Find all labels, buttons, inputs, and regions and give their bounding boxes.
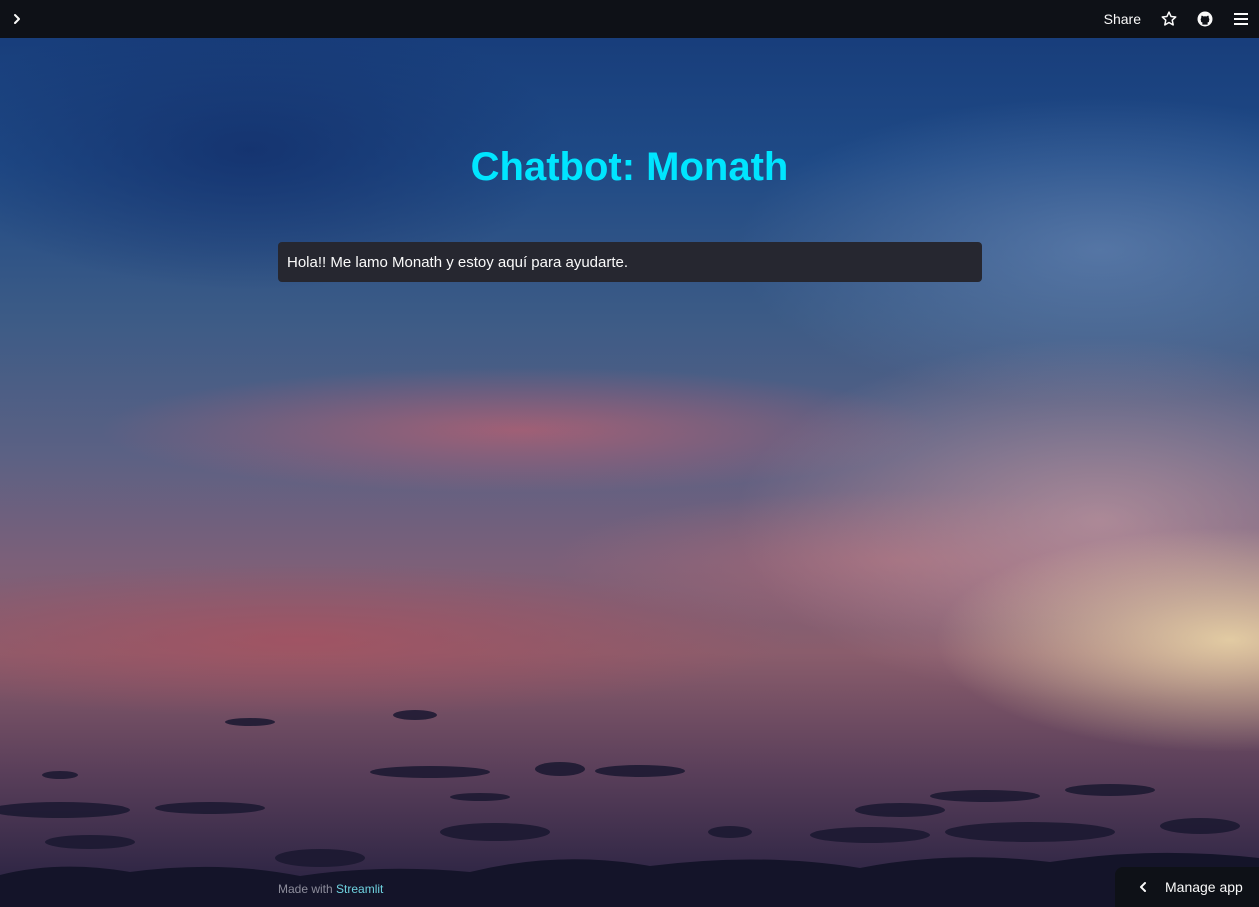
chat-message-text: Hola!! Me lamo Monath y estoy aquí para … [287, 253, 629, 271]
github-icon[interactable] [1194, 8, 1216, 30]
top-toolbar: Share [0, 0, 1259, 38]
made-with-label: Made with [278, 882, 337, 896]
sidebar-toggle-button[interactable] [6, 8, 28, 30]
chevron-right-icon [11, 10, 23, 29]
app-root: Share Chatbot: Monath Hola!! Me lamo Mon… [0, 0, 1259, 907]
share-button[interactable]: Share [1094, 11, 1151, 27]
page-title: Chatbot: Monath [470, 145, 789, 189]
star-icon[interactable] [1158, 8, 1180, 30]
manage-app-button[interactable]: Manage app [1115, 867, 1259, 907]
toolbar-actions: Share [1094, 0, 1259, 38]
manage-app-label: Manage app [1165, 879, 1243, 895]
footer: Made with Streamlit [278, 882, 383, 896]
cloud-silhouettes [0, 710, 1259, 907]
streamlit-link[interactable]: Streamlit [336, 882, 383, 896]
chat-message-box: Hola!! Me lamo Monath y estoy aquí para … [278, 242, 982, 282]
hamburger-menu-icon[interactable] [1230, 8, 1252, 30]
chevron-left-icon [1137, 880, 1151, 894]
